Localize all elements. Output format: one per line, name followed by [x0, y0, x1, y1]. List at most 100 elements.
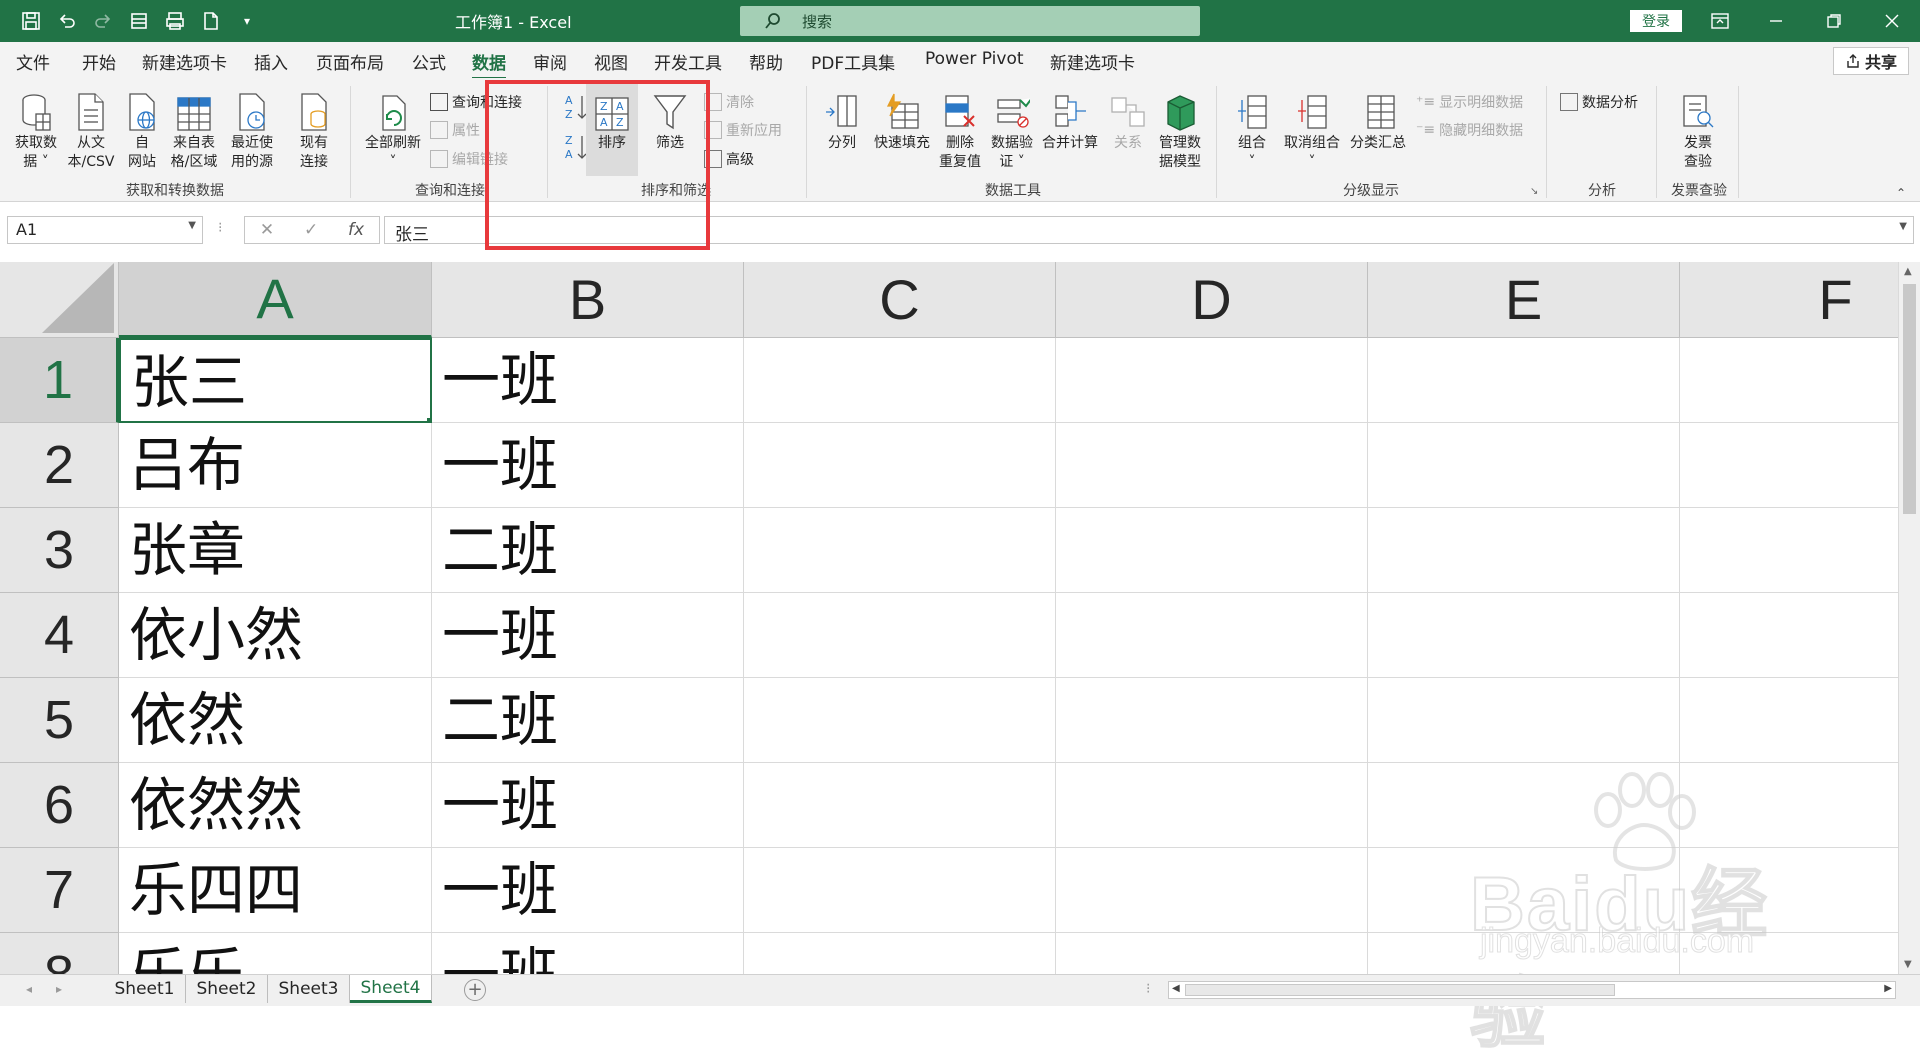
- cell-b5[interactable]: 二班: [432, 678, 744, 763]
- tab-data[interactable]: 数据: [472, 49, 506, 80]
- row-header[interactable]: 8: [0, 933, 119, 974]
- cell-a1[interactable]: 张三: [119, 338, 432, 423]
- select-all-button[interactable]: [0, 262, 119, 338]
- show-detail-button[interactable]: ⁺≡ 显示明细数据: [1416, 92, 1523, 112]
- empty-cells-area[interactable]: [744, 338, 1898, 974]
- scroll-right-icon[interactable]: ▶: [1884, 983, 1892, 994]
- properties-button[interactable]: 属性: [430, 120, 480, 140]
- column-header-f[interactable]: F: [1680, 262, 1898, 338]
- tab-view[interactable]: 视图: [594, 49, 628, 74]
- sheet-tab-sheet3[interactable]: Sheet3: [268, 975, 350, 1003]
- row-header[interactable]: 5: [0, 678, 119, 763]
- close-icon[interactable]: [1880, 10, 1904, 32]
- flash-fill-button[interactable]: 快速填充: [868, 88, 936, 153]
- tab-home[interactable]: 开始: [82, 49, 116, 74]
- from-web-button[interactable]: 自网站: [122, 88, 162, 172]
- prev-sheet-icon[interactable]: ◂: [26, 982, 32, 996]
- insert-function-icon[interactable]: fx: [348, 220, 364, 240]
- consolidate-button[interactable]: 合并计算: [1038, 88, 1102, 153]
- existing-connections-button[interactable]: 现有 连接: [290, 88, 338, 172]
- cell-b7[interactable]: 一班: [432, 848, 744, 933]
- cell-a7[interactable]: 乐四四: [119, 848, 432, 933]
- restore-icon[interactable]: [1822, 10, 1846, 32]
- text-to-columns-button[interactable]: 分列: [818, 88, 866, 153]
- add-sheet-icon[interactable]: +: [464, 979, 486, 1001]
- tab-page-layout[interactable]: 页面布局: [316, 49, 384, 74]
- form-icon[interactable]: [126, 8, 152, 34]
- row-header[interactable]: 4: [0, 593, 119, 678]
- cell-a4[interactable]: 依小然: [119, 593, 432, 678]
- remove-duplicates-button[interactable]: 删除 重复值: [936, 88, 984, 172]
- clear-filter-button[interactable]: 清除: [704, 92, 754, 112]
- tab-pdf-tools[interactable]: PDF工具集: [811, 49, 895, 74]
- tab-splitter-icon[interactable]: ⁝: [1146, 981, 1150, 997]
- cell-b1[interactable]: 一班: [432, 338, 744, 423]
- tab-help[interactable]: 帮助: [749, 49, 783, 74]
- tab-new-2[interactable]: 新建选项卡: [1050, 49, 1135, 74]
- sheet-tab-sheet1[interactable]: Sheet1: [104, 975, 186, 1003]
- advanced-filter-button[interactable]: 高级: [704, 149, 754, 169]
- scroll-down-icon[interactable]: ▼: [1904, 959, 1912, 970]
- dialog-launcher-icon[interactable]: ↘: [1530, 186, 1538, 197]
- login-button[interactable]: 登录: [1630, 10, 1682, 32]
- scroll-left-icon[interactable]: ◀: [1172, 983, 1180, 994]
- chevron-down-icon[interactable]: ▼: [188, 220, 196, 231]
- sheet-tab-sheet2[interactable]: Sheet2: [186, 975, 268, 1003]
- horizontal-scrollbar[interactable]: ◀ ▶: [1168, 981, 1896, 999]
- row-header[interactable]: 3: [0, 508, 119, 593]
- scroll-up-icon[interactable]: ▲: [1904, 266, 1912, 277]
- collapse-ribbon-icon[interactable]: ⌃: [1896, 186, 1906, 200]
- redo-icon[interactable]: [90, 8, 116, 34]
- cell-a8[interactable]: 乐乐: [119, 933, 432, 974]
- cell-b2[interactable]: 一班: [432, 423, 744, 508]
- minimize-icon[interactable]: [1764, 10, 1788, 32]
- cell-b6[interactable]: 一班: [432, 763, 744, 848]
- column-header-d[interactable]: D: [1056, 262, 1368, 338]
- data-validation-button[interactable]: 数据验证 ˅: [986, 88, 1038, 172]
- customize-qat-icon[interactable]: ▾: [234, 8, 260, 34]
- relationships-button[interactable]: 关系: [1104, 88, 1152, 153]
- tab-formulas[interactable]: 公式: [412, 49, 446, 74]
- column-header-e[interactable]: E: [1368, 262, 1680, 338]
- cell-a6[interactable]: 依然然: [119, 763, 432, 848]
- more-options-icon[interactable]: ⁝: [218, 220, 222, 236]
- cell-a2[interactable]: 吕布: [119, 423, 432, 508]
- tab-developer[interactable]: 开发工具: [654, 49, 722, 74]
- row-header[interactable]: 6: [0, 763, 119, 848]
- share-button[interactable]: 共享: [1833, 47, 1909, 75]
- column-header-a[interactable]: A: [119, 262, 432, 338]
- group-button[interactable]: 组合 ˅: [1226, 88, 1278, 172]
- from-table-button[interactable]: 来自表 格/区域: [166, 88, 222, 172]
- tab-file[interactable]: 文件: [16, 49, 50, 74]
- reapply-button[interactable]: 重新应用: [704, 120, 782, 140]
- vertical-scrollbar[interactable]: ▲ ▼: [1898, 262, 1920, 974]
- data-analysis-button[interactable]: 数据分析: [1560, 92, 1638, 112]
- tab-power-pivot[interactable]: Power Pivot: [925, 49, 1024, 69]
- cell-a3[interactable]: 张章: [119, 508, 432, 593]
- tab-review[interactable]: 审阅: [533, 49, 567, 74]
- cell-b8[interactable]: 一班: [432, 933, 744, 974]
- invoice-check-button[interactable]: 发票 查验: [1670, 88, 1726, 172]
- horizontal-scroll-thumb[interactable]: [1185, 984, 1615, 996]
- subtotal-button[interactable]: 分类汇总: [1346, 88, 1410, 153]
- column-header-c[interactable]: C: [744, 262, 1056, 338]
- tab-insert[interactable]: 插入: [254, 49, 288, 74]
- name-box[interactable]: A1 ▼: [7, 216, 203, 244]
- print-preview-icon[interactable]: [162, 8, 188, 34]
- recent-sources-button[interactable]: 最近使 用的源: [224, 88, 280, 172]
- search-box[interactable]: 搜索: [740, 6, 1200, 36]
- vertical-scroll-thumb[interactable]: [1903, 284, 1916, 514]
- cell-b4[interactable]: 一班: [432, 593, 744, 678]
- undo-icon[interactable]: [54, 8, 80, 34]
- cancel-icon[interactable]: ✕: [260, 220, 274, 240]
- refresh-all-button[interactable]: 全部刷新 ˅: [360, 88, 426, 172]
- ungroup-button[interactable]: 取消组合 ˅: [1278, 88, 1346, 172]
- get-data-button[interactable]: 获取数据 ˅: [10, 88, 62, 172]
- column-header-b[interactable]: B: [432, 262, 744, 338]
- save-icon[interactable]: [18, 8, 44, 34]
- next-sheet-icon[interactable]: ▸: [56, 982, 62, 996]
- row-header[interactable]: 7: [0, 848, 119, 933]
- tab-new-1[interactable]: 新建选项卡: [142, 49, 227, 74]
- hide-detail-button[interactable]: ⁻≡ 隐藏明细数据: [1416, 120, 1523, 140]
- ribbon-display-options-icon[interactable]: [1708, 10, 1732, 32]
